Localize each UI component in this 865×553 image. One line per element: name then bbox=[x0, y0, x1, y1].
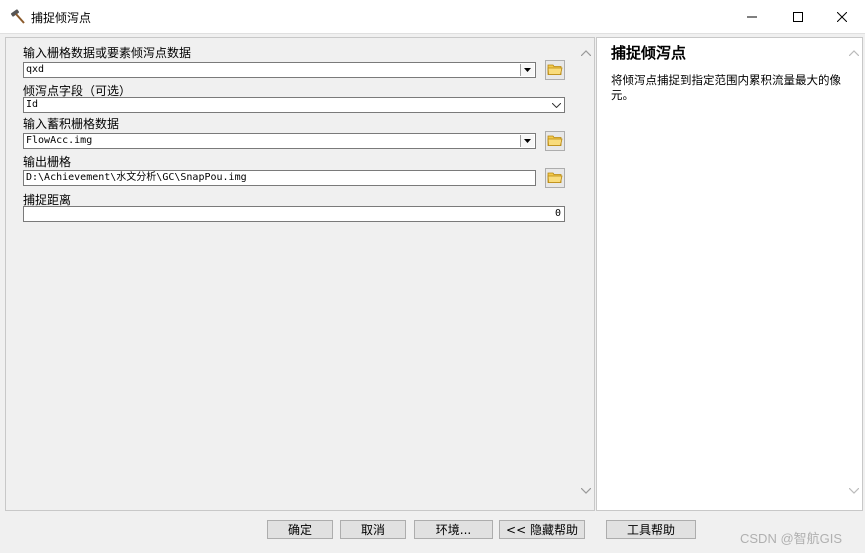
cancel-button[interactable]: 取消 bbox=[340, 520, 406, 539]
pour-field-combo[interactable]: Id bbox=[23, 97, 565, 113]
environments-button[interactable]: 环境... bbox=[414, 520, 493, 539]
hammer-icon bbox=[10, 9, 26, 25]
accumulation-label: 输入蓄积栅格数据 bbox=[23, 117, 120, 131]
output-raster-value: D:\Achievement\水文分析\GC\SnapPou.img bbox=[26, 172, 247, 183]
parameters-scrollbar[interactable] bbox=[577, 38, 594, 510]
snap-distance-input[interactable]: 0 bbox=[23, 206, 565, 222]
output-raster-browse-button[interactable] bbox=[545, 168, 565, 188]
chevron-down-icon[interactable] bbox=[550, 99, 563, 111]
tool-dialog: 捕捉倾泻点 输入栅格数据或要素倾泻点数据 qxd 倾泻点字段（可选） Id 输入… bbox=[0, 0, 865, 553]
input-raster-value: qxd bbox=[26, 64, 45, 75]
scroll-down-icon[interactable] bbox=[577, 482, 594, 499]
open-folder-icon bbox=[547, 62, 563, 79]
scroll-up-icon[interactable] bbox=[845, 44, 862, 61]
scroll-down-icon[interactable] bbox=[845, 482, 862, 499]
open-folder-icon bbox=[547, 170, 563, 187]
accumulation-combo[interactable]: FlowAcc.img bbox=[23, 133, 536, 149]
window-title: 捕捉倾泻点 bbox=[31, 11, 92, 25]
parameters-pane: 输入栅格数据或要素倾泻点数据 qxd 倾泻点字段（可选） Id 输入蓄积栅格数据… bbox=[5, 37, 595, 511]
help-title: 捕捉倾泻点 bbox=[611, 44, 687, 62]
input-raster-browse-button[interactable] bbox=[545, 60, 565, 80]
output-raster-label: 输出栅格 bbox=[23, 155, 72, 169]
help-scrollbar[interactable] bbox=[845, 38, 862, 510]
open-folder-icon bbox=[547, 133, 563, 150]
close-button[interactable] bbox=[819, 0, 865, 33]
watermark-text: CSDN @智航GIS bbox=[740, 531, 843, 546]
accumulation-value: FlowAcc.img bbox=[26, 135, 93, 146]
maximize-button[interactable] bbox=[775, 0, 821, 33]
ok-button[interactable]: 确定 bbox=[267, 520, 333, 539]
help-pane: 捕捉倾泻点 将倾泻点捕捉到指定范围内累积流量最大的像元。 bbox=[596, 37, 863, 511]
scroll-up-icon[interactable] bbox=[577, 44, 594, 61]
dropdown-arrow-icon[interactable] bbox=[520, 64, 534, 76]
minimize-button[interactable] bbox=[729, 0, 775, 33]
dropdown-arrow-icon[interactable] bbox=[520, 135, 534, 147]
output-raster-input[interactable]: D:\Achievement\水文分析\GC\SnapPou.img bbox=[23, 170, 536, 186]
help-description: 将倾泻点捕捉到指定范围内累积流量最大的像元。 bbox=[611, 73, 841, 102]
accumulation-browse-button[interactable] bbox=[545, 131, 565, 151]
input-raster-combo[interactable]: qxd bbox=[23, 62, 536, 78]
hide-help-button[interactable]: << 隐藏帮助 bbox=[499, 520, 585, 539]
snap-distance-value: 0 bbox=[554, 208, 561, 219]
pour-field-value: Id bbox=[26, 99, 39, 110]
input-raster-label: 输入栅格数据或要素倾泻点数据 bbox=[23, 46, 192, 60]
tool-help-button[interactable]: 工具帮助 bbox=[606, 520, 696, 539]
title-bar: 捕捉倾泻点 bbox=[0, 0, 865, 34]
